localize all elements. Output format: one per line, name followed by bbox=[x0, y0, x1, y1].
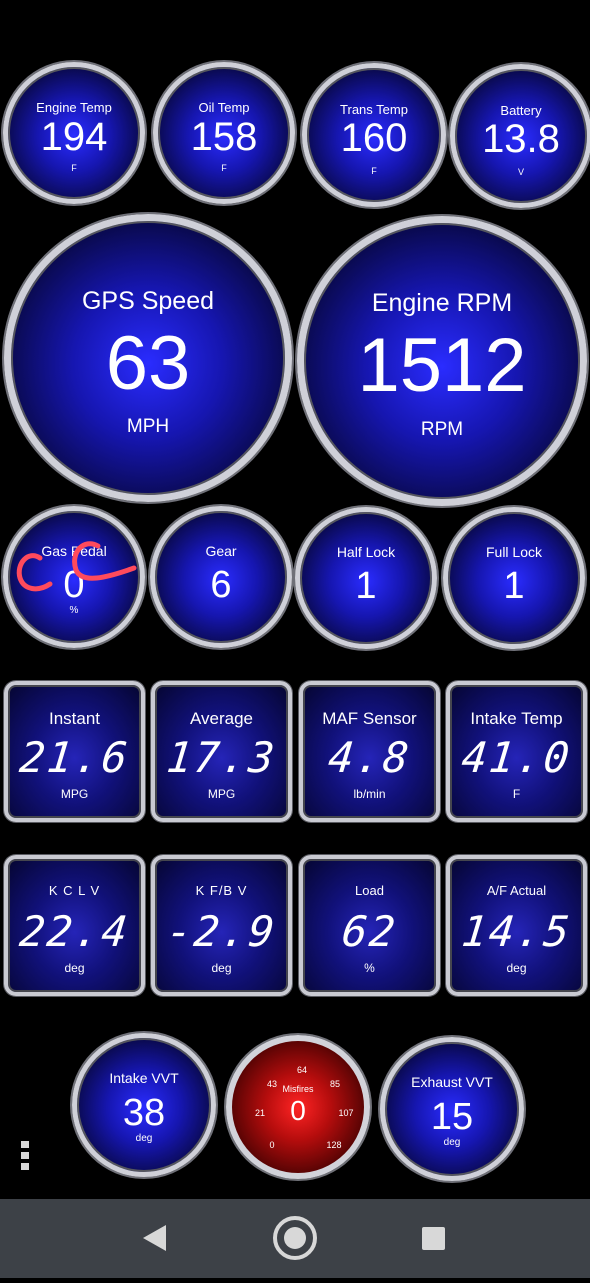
gauge-value: 158 bbox=[190, 114, 258, 159]
gauge-label: Half Lock bbox=[336, 543, 396, 560]
panel-unit: deg bbox=[506, 961, 527, 975]
panel-label: K C L V bbox=[48, 883, 101, 898]
recent-square-icon bbox=[422, 1227, 445, 1250]
gauge-value: 1 bbox=[355, 564, 377, 607]
gauge-value: 0 bbox=[63, 563, 85, 606]
exhaust-vvt-gauge[interactable]: Exhaust VVT 15 deg bbox=[380, 1037, 524, 1181]
panel-label: Instant bbox=[48, 709, 101, 728]
panel-label: Average bbox=[189, 709, 253, 728]
gauge-unit: % bbox=[69, 604, 79, 616]
engine-rpm-gauge[interactable]: Engine RPM 1512 RPM bbox=[297, 216, 587, 506]
gauge-value: 1 bbox=[503, 564, 525, 607]
full-lock-gauge[interactable]: Full Lock 1 bbox=[443, 507, 585, 649]
menu-dot bbox=[21, 1163, 29, 1170]
af-actual-panel[interactable]: A/F Actual 14.5 deg bbox=[446, 855, 587, 996]
misfire-tick: 64 bbox=[296, 1065, 308, 1075]
gauge-unit: F bbox=[71, 163, 77, 174]
battery-gauge[interactable]: Battery 13.8 V bbox=[450, 64, 590, 208]
misfires-value: 0 bbox=[290, 1095, 306, 1126]
gauge-unit: RPM bbox=[420, 418, 464, 440]
gauge-unit: MPH bbox=[126, 415, 170, 437]
menu-dot bbox=[21, 1152, 29, 1159]
recent-apps-button[interactable] bbox=[393, 1199, 473, 1278]
gauge-value: 6 bbox=[210, 563, 232, 606]
gauge-value: 160 bbox=[340, 116, 408, 161]
panel-label: K F/B V bbox=[195, 883, 248, 898]
panel-value: 62 bbox=[339, 907, 400, 956]
gauge-label: Engine Temp bbox=[36, 100, 112, 115]
gauge-label: Gas Pedal bbox=[41, 542, 107, 559]
gauge-label: Gear bbox=[205, 542, 237, 559]
panel-unit: MPG bbox=[60, 787, 89, 801]
gauge-value: 38 bbox=[122, 1091, 166, 1134]
gauge-label: Oil Temp bbox=[198, 100, 250, 115]
panel-label: Load bbox=[355, 883, 384, 898]
panel-unit: deg bbox=[211, 961, 232, 975]
panel-label: A/F Actual bbox=[486, 883, 547, 898]
system-navigation-bar bbox=[0, 1199, 590, 1278]
panel-unit: MPG bbox=[207, 787, 236, 801]
gauge-unit: deg bbox=[135, 1133, 153, 1145]
gauge-value: 13.8 bbox=[482, 117, 560, 162]
load-panel[interactable]: Load 62 % bbox=[299, 855, 440, 996]
panel-value: 22.4 bbox=[17, 907, 132, 956]
panel-label: Intake Temp bbox=[470, 709, 563, 728]
panel-label: MAF Sensor bbox=[322, 709, 417, 728]
back-triangle-icon bbox=[143, 1225, 166, 1251]
gauge-value: 194 bbox=[40, 114, 108, 159]
misfire-tick: 128 bbox=[326, 1140, 342, 1150]
gauge-label: Battery bbox=[500, 102, 542, 118]
back-button[interactable] bbox=[113, 1199, 193, 1278]
panel-unit: F bbox=[512, 787, 521, 801]
misfire-tick: 0 bbox=[269, 1140, 275, 1150]
gauge-unit: deg bbox=[443, 1137, 461, 1149]
gauge-value: 15 bbox=[430, 1095, 474, 1138]
menu-dot bbox=[21, 1141, 29, 1148]
panel-unit: lb/min bbox=[353, 787, 386, 801]
gauge-unit: F bbox=[221, 163, 227, 174]
gauge-label: GPS Speed bbox=[81, 286, 215, 315]
gas-pedal-gauge[interactable]: Gas Pedal 0 % bbox=[3, 506, 145, 648]
gauge-label: Engine RPM bbox=[371, 289, 513, 318]
gauge-label: Trans Temp bbox=[340, 101, 408, 117]
misfires-label: Misfires bbox=[282, 1084, 314, 1094]
half-lock-gauge[interactable]: Half Lock 1 bbox=[295, 507, 437, 649]
gauge-label: Exhaust VVT bbox=[411, 1074, 493, 1091]
home-button[interactable] bbox=[255, 1199, 335, 1278]
panel-value: 4.8 bbox=[325, 733, 413, 782]
home-circle-icon bbox=[273, 1216, 317, 1260]
gear-gauge[interactable]: Gear 6 bbox=[150, 506, 292, 648]
intake-vvt-gauge[interactable]: Intake VVT 38 deg bbox=[72, 1033, 216, 1177]
engine-temp-gauge[interactable]: Engine Temp 194 F bbox=[3, 62, 145, 204]
panel-value: -2.9 bbox=[164, 907, 279, 956]
panel-value: 41.0 bbox=[459, 733, 574, 782]
gauge-label: Full Lock bbox=[485, 543, 543, 560]
kclv-panel[interactable]: K C L V 22.4 deg bbox=[4, 855, 145, 996]
panel-value: 21.6 bbox=[17, 733, 132, 782]
trans-temp-gauge[interactable]: Trans Temp 160 F bbox=[302, 63, 446, 207]
more-vertical-icon[interactable] bbox=[21, 1141, 33, 1174]
panel-value: 17.3 bbox=[164, 733, 279, 782]
gps-speed-gauge[interactable]: GPS Speed 63 MPH bbox=[4, 214, 292, 502]
gauge-value: 1512 bbox=[357, 323, 527, 409]
average-mpg-panel[interactable]: Average 17.3 MPG bbox=[151, 681, 292, 822]
panel-unit: % bbox=[364, 961, 375, 975]
gauge-unit: F bbox=[371, 165, 377, 176]
instant-mpg-panel[interactable]: Instant 21.6 MPG bbox=[4, 681, 145, 822]
intake-temp-panel[interactable]: Intake Temp 41.0 F bbox=[446, 681, 587, 822]
oil-temp-gauge[interactable]: Oil Temp 158 F bbox=[153, 62, 295, 204]
maf-sensor-panel[interactable]: MAF Sensor 4.8 lb/min bbox=[299, 681, 440, 822]
gauge-value: 63 bbox=[105, 320, 191, 406]
kfbv-panel[interactable]: K F/B V -2.9 deg bbox=[151, 855, 292, 996]
gauge-unit: V bbox=[517, 166, 524, 177]
panel-value: 14.5 bbox=[459, 907, 574, 956]
panel-unit: deg bbox=[64, 961, 85, 975]
gauge-label: Intake VVT bbox=[109, 1070, 179, 1087]
misfires-gauge[interactable]: 0 21 43 64 85 107 128 Misfires 0 bbox=[226, 1035, 370, 1179]
